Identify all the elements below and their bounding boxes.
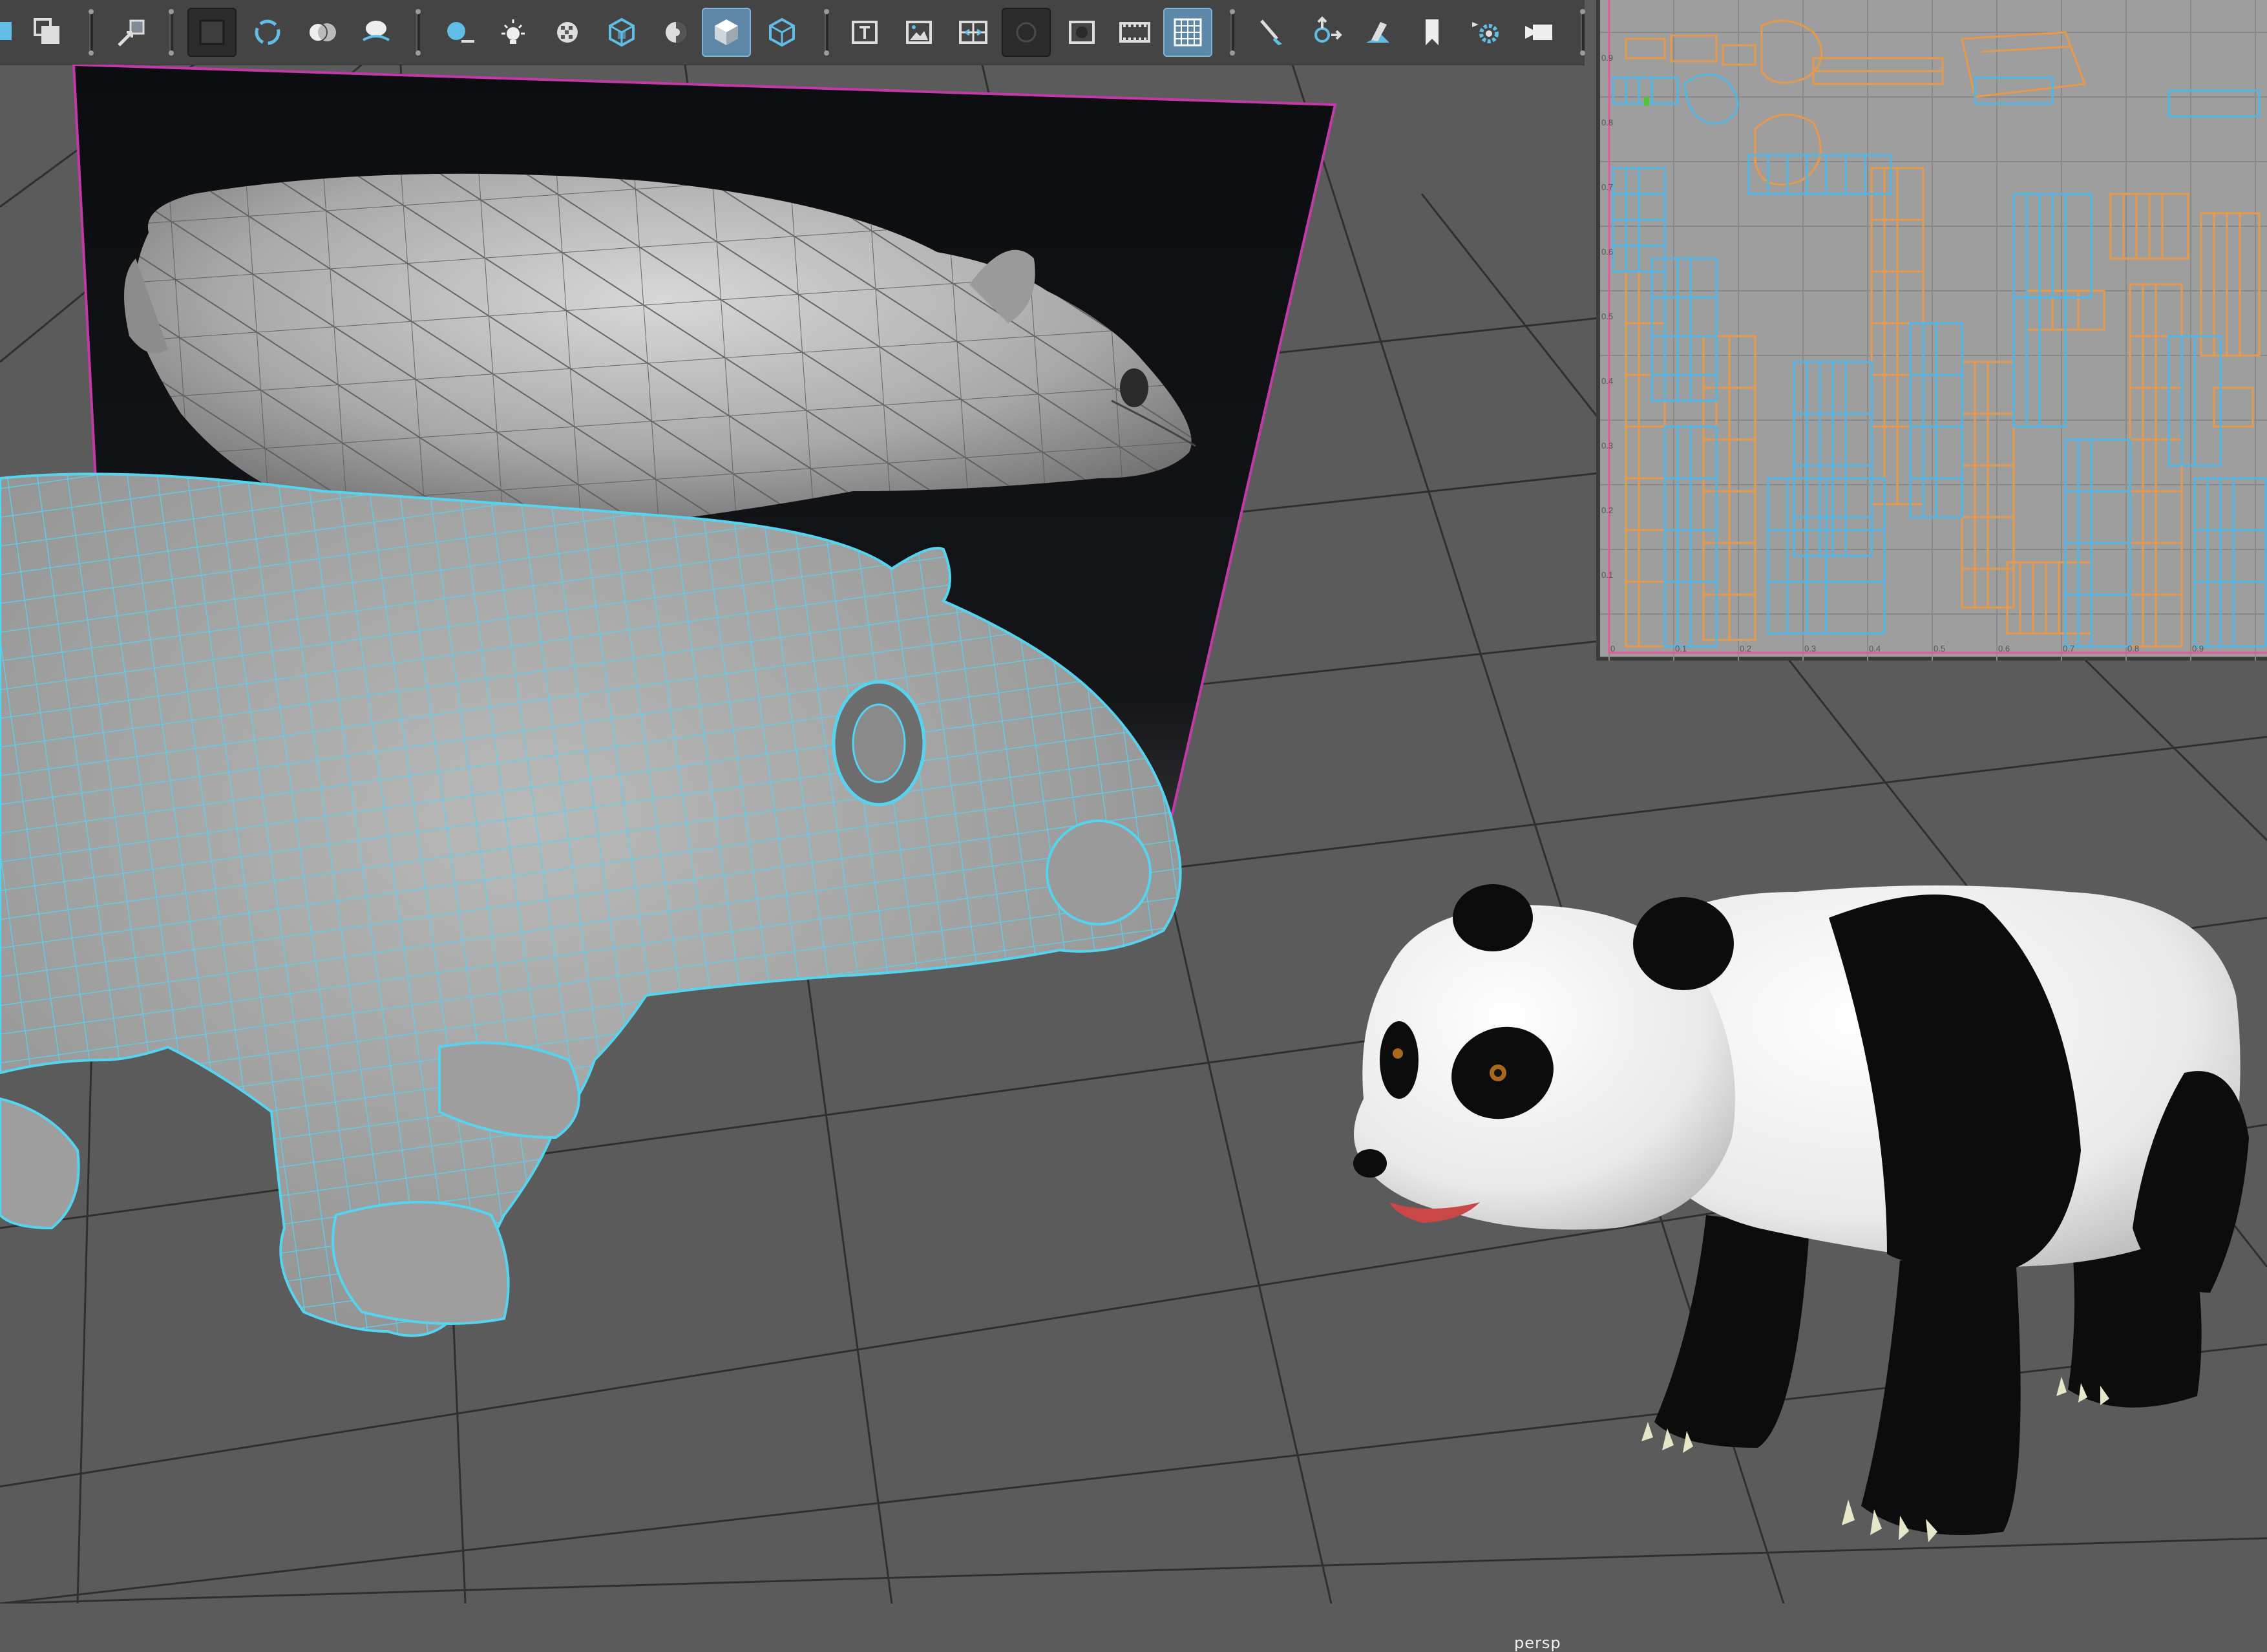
uv-shells-orange [1625, 19, 2261, 648]
light-icon [501, 19, 525, 44]
lighting-icon [447, 22, 474, 43]
camera-mask-button[interactable] [1002, 8, 1051, 57]
uv-tick-labels: 0.9 0.8 0.7 0.6 0.5 0.4 0.3 0.2 0.1 0 0.… [1601, 53, 2204, 653]
texture-icon [557, 22, 578, 43]
uv-tick-y: 0.8 [1601, 118, 1613, 127]
snap-button[interactable] [107, 8, 156, 57]
toolbar-separator [416, 9, 421, 56]
uv-tick-y: 0.1 [1601, 570, 1613, 580]
panda-render[interactable] [1353, 884, 2249, 1542]
sculpt-icon [1366, 22, 1389, 43]
toolbar-separator [824, 9, 829, 56]
smooth-shade-button[interactable] [297, 8, 346, 57]
uv-editor-panel[interactable]: 0.9 0.8 0.7 0.6 0.5 0.4 0.3 0.2 0.1 0 0.… [1596, 0, 2267, 661]
uv-tick-y: 0.2 [1601, 505, 1613, 515]
cube-wire-icon [609, 17, 635, 47]
wire-cube-icon [769, 17, 795, 47]
resolution-gate-button[interactable] [1057, 8, 1106, 57]
xray-button[interactable] [651, 8, 701, 57]
shaded-cube-button[interactable] [702, 8, 751, 57]
texture-button[interactable] [543, 8, 592, 57]
snap-icon [118, 19, 145, 47]
lighting-button[interactable] [434, 8, 483, 57]
bookmark-icon [1426, 19, 1439, 45]
wireframe-icon [255, 19, 280, 45]
uv-tick-x: 0.5 [1934, 644, 1945, 653]
move-tool-icon [1314, 16, 1342, 43]
render-settings-button[interactable] [1462, 8, 1511, 57]
uv-tick-x: 0.7 [2063, 644, 2074, 653]
uv-layout: 0.9 0.8 0.7 0.6 0.5 0.4 0.3 0.2 0.1 0 0.… [1600, 0, 2267, 661]
toolbar-separator [169, 9, 174, 56]
film-gate-icon [1119, 22, 1150, 43]
viewport-toolbar [0, 0, 1585, 65]
uv-tick-x: 0 [1610, 644, 1615, 653]
isolate-select-button[interactable] [187, 8, 237, 57]
image-plane-button[interactable] [894, 8, 944, 57]
text-icon [852, 21, 878, 44]
uv-tick-y: 0.3 [1601, 441, 1613, 450]
camera-name-label: persp [1514, 1634, 1561, 1652]
shade-options-icon [362, 21, 390, 41]
grid-fit-icon [959, 21, 987, 44]
toolbar-separator [1580, 9, 1585, 56]
isolate-select-icon [199, 19, 225, 45]
grid-icon [1174, 18, 1202, 47]
image-plane-icon [906, 21, 932, 44]
brush-button[interactable] [1247, 8, 1296, 57]
move-tool-button[interactable] [1300, 8, 1349, 57]
uv-tick-y: 0.5 [1601, 312, 1613, 321]
duplicate-button[interactable] [23, 8, 72, 57]
uv-tick-x: 0.2 [1740, 644, 1751, 653]
light-button[interactable] [489, 8, 538, 57]
uv-tick-x: 0.9 [2192, 644, 2204, 653]
uv-tick-x: 0.8 [2127, 644, 2139, 653]
film-gate-button[interactable] [1110, 8, 1159, 57]
smooth-shade-icon [308, 23, 336, 42]
uv-tick-y: 0.7 [1601, 182, 1613, 192]
uv-selected-point [1644, 97, 1649, 106]
toolbar-separator [1230, 9, 1235, 56]
brush-icon [1260, 19, 1282, 45]
resolution-gate-icon [1069, 21, 1095, 44]
text-button[interactable] [840, 8, 889, 57]
playblast-icon [1525, 25, 1552, 40]
bookmark-button[interactable] [1408, 8, 1457, 57]
toolbar-separator [89, 9, 94, 56]
uv-tick-x: 0.6 [1998, 644, 2010, 653]
uv-tick-y: 0.9 [1601, 53, 1613, 63]
sculpt-button[interactable] [1353, 8, 1402, 57]
xray-icon [666, 22, 686, 43]
playblast-button[interactable] [1516, 8, 1565, 57]
uv-tick-y: 0.4 [1601, 376, 1613, 386]
uv-grid [1600, 0, 2267, 661]
render-settings-icon [1472, 22, 1499, 43]
camera-mask-icon [1016, 22, 1037, 43]
uv-shells-blue [1612, 73, 2267, 648]
wire-cube-button[interactable] [757, 8, 807, 57]
uv-tick-x: 0.3 [1804, 644, 1816, 653]
uv-tick-y: 0.6 [1601, 247, 1613, 257]
uv-tick-x: 0.1 [1675, 644, 1687, 653]
cube-wire-button[interactable] [597, 8, 646, 57]
wireframe-button[interactable] [243, 8, 292, 57]
shaded-cube-icon [715, 19, 738, 45]
duplicate-icon [34, 18, 59, 44]
shade-options-button[interactable] [352, 8, 401, 57]
grid-fit-button[interactable] [949, 8, 998, 57]
uv-tick-x: 0.4 [1869, 644, 1881, 653]
grid-button[interactable] [1163, 8, 1212, 57]
